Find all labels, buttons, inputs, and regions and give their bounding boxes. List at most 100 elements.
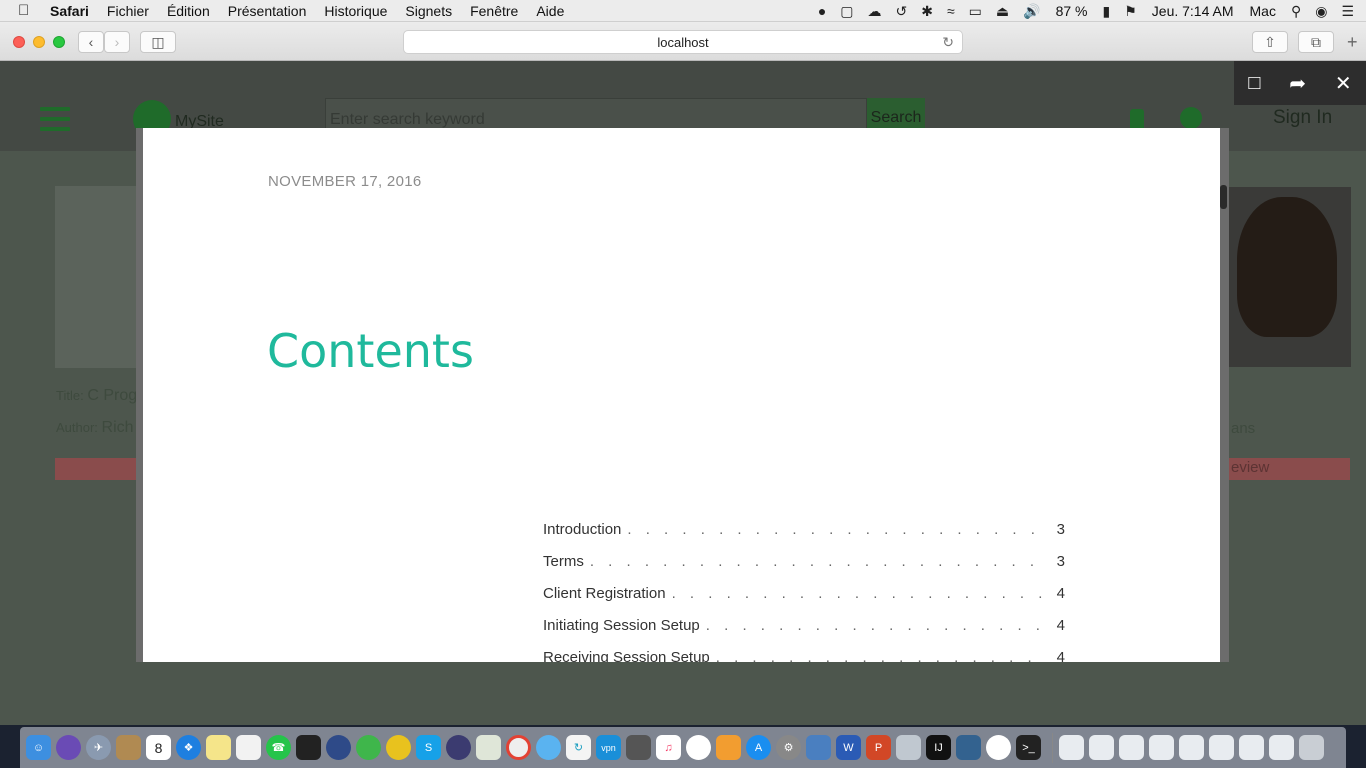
share-arrow-icon[interactable]: ➦ [1289,71,1306,96]
document-thumbnail-icon[interactable] [1239,735,1264,760]
battery-percent[interactable]: 87 % [1056,3,1088,19]
preview-icon[interactable] [476,735,501,760]
document-thumbnail-icon[interactable] [1179,735,1204,760]
chrome-icon[interactable] [506,735,531,760]
menu-fenetre[interactable]: Fenêtre [470,3,518,19]
maximize-icon[interactable]: □ [1248,72,1260,95]
word-icon[interactable]: W [836,735,861,760]
siri-icon[interactable]: ◉ [1315,3,1327,20]
new-tab-icon[interactable]: + [1347,32,1358,53]
bluetooth-icon[interactable]: ✱ [921,3,933,20]
qq-status-icon[interactable]: ● [818,3,826,19]
menu-signets[interactable]: Signets [405,3,452,19]
upload-icon[interactable] [1130,109,1144,129]
whatsapp-icon[interactable]: ☎ [266,735,291,760]
flag-icon[interactable]: ⚑ [1124,3,1137,20]
minimize-window-button[interactable] [33,36,45,48]
cloud-icon[interactable]: ☁ [868,3,882,20]
dock-shelf: ☺ ✈ 8 ❖ ☎ S ↻ vpn ♫ A ⚙ W P IJ >_ [20,727,1346,768]
sign-in-link[interactable]: Sign In [1273,107,1332,129]
vpn-icon[interactable]: vpn [596,735,621,760]
time-machine-icon[interactable]: ↺ [896,3,908,20]
document-thumbnail-icon[interactable] [1089,735,1114,760]
fullscreen-window-button[interactable] [53,36,65,48]
document-scroll-thumb[interactable] [1220,185,1227,209]
ibooks-icon[interactable] [716,735,741,760]
close-icon[interactable]: ✕ [1335,71,1352,96]
close-window-button[interactable] [13,36,25,48]
messages-icon[interactable] [536,735,561,760]
battery-icon[interactable]: ▮ [1103,3,1111,20]
app-store-icon[interactable]: A [746,735,771,760]
launchpad-icon[interactable]: ✈ [86,735,111,760]
spotlight-icon[interactable]: ⚲ [1291,3,1301,20]
menu-presentation[interactable]: Présentation [228,3,307,19]
clock[interactable]: Jeu. 7:14 AM [1152,3,1234,19]
photos-icon[interactable] [686,735,711,760]
skype-icon[interactable]: S [416,735,441,760]
powerpoint-icon[interactable]: P [866,735,891,760]
menu-edition[interactable]: Édition [167,3,210,19]
terminal-icon[interactable]: >_ [1016,735,1041,760]
author-photo[interactable] [1229,187,1351,367]
wifi-icon[interactable]: ≈ [947,3,955,19]
sync-icon[interactable]: ↻ [566,735,591,760]
card-left-button[interactable] [55,458,137,480]
reload-icon[interactable]: ↻ [942,34,954,51]
calendar-icon[interactable]: 8 [146,735,171,760]
document-page[interactable]: NOVEMBER 17, 2016 Contents Introduction … [143,128,1222,662]
siri-dock-icon[interactable] [56,735,81,760]
notification-center-icon[interactable]: ☰ [1341,3,1354,20]
contacts-icon[interactable] [116,735,141,760]
toc-entry[interactable]: Receiving Session Setup 4 [543,649,1065,662]
chat-icon[interactable] [1180,107,1202,129]
app-yellow-icon[interactable] [386,735,411,760]
sidebar-button[interactable]: ◫ [140,31,176,53]
forward-button[interactable]: › [104,31,130,53]
menu-app-name[interactable]: Safari [50,3,89,19]
wechat-icon[interactable] [356,735,381,760]
safari-icon[interactable]: ❖ [176,735,201,760]
tabs-button[interactable]: ⧉ [1298,31,1334,53]
hamburger-menu-icon[interactable] [40,107,70,131]
book-thumbnail[interactable] [55,186,137,368]
menu-aide[interactable]: Aide [536,3,564,19]
document-thumbnail-icon[interactable] [1269,735,1294,760]
itunes-icon[interactable]: ♫ [656,735,681,760]
notes-icon[interactable] [206,735,231,760]
reminders-icon[interactable] [236,735,261,760]
terminal-app-icon[interactable] [296,735,321,760]
finder-icon[interactable]: ☺ [26,735,51,760]
shape-status-icon[interactable]: ▢ [840,3,853,20]
toc-entry[interactable]: Client Registration 4 [543,585,1065,617]
volume-icon[interactable]: 🔊 [1023,3,1040,20]
document-thumbnail-icon[interactable] [1119,735,1144,760]
toc-entry[interactable]: Terms 3 [543,553,1065,585]
back-button[interactable]: ‹ [78,31,104,53]
utilities-icon[interactable] [896,735,921,760]
qq-icon[interactable] [986,735,1011,760]
xcode-icon[interactable] [806,735,831,760]
eclipse-ide-icon[interactable] [446,735,471,760]
menu-fichier[interactable]: Fichier [107,3,149,19]
photo-booth-icon[interactable] [626,735,651,760]
address-bar[interactable]: localhost ↻ [403,30,963,54]
trash-icon[interactable] [1299,735,1324,760]
document-thumbnail-icon[interactable] [1059,735,1084,760]
share-icon: ⇧ [1264,33,1276,50]
airplay-icon[interactable]: ▭ [969,3,982,20]
apple-menu-icon[interactable]:  [18,2,36,19]
eject-icon[interactable]: ⏏ [996,3,1009,20]
mysql-workbench-icon[interactable] [956,735,981,760]
toc-entry[interactable]: Introduction 3 [543,521,1065,553]
document-thumbnail-icon[interactable] [1149,735,1174,760]
share-button[interactable]: ⇧ [1252,31,1288,53]
document-thumbnail-icon[interactable] [1209,735,1234,760]
menu-historique[interactable]: Historique [324,3,387,19]
eclipse-icon[interactable] [326,735,351,760]
intellij-icon[interactable]: IJ [926,735,951,760]
user-name[interactable]: Mac [1250,3,1276,19]
toc-entry[interactable]: Initiating Session Setup 4 [543,617,1065,649]
dock: ☺ ✈ 8 ❖ ☎ S ↻ vpn ♫ A ⚙ W P IJ >_ [0,725,1366,768]
system-preferences-icon[interactable]: ⚙ [776,735,801,760]
